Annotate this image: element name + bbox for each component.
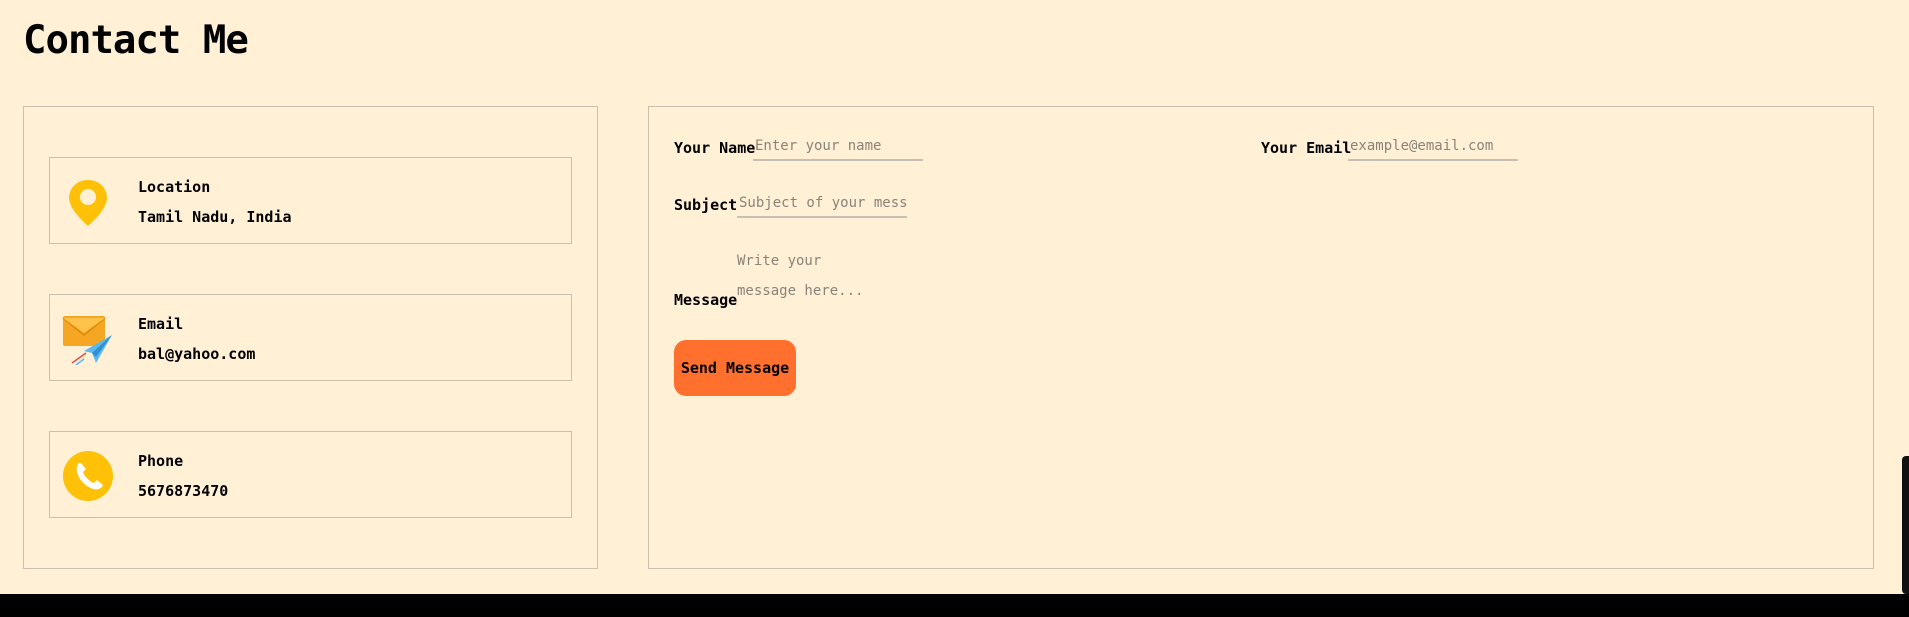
location-card: Location Tamil Nadu, India <box>49 157 572 244</box>
envelope-icon <box>62 316 112 365</box>
subject-input[interactable] <box>737 194 907 218</box>
contact-page: Contact Me Location Tamil Nadu, India Em… <box>0 0 1909 617</box>
email-card: Email bal@yahoo.com <box>49 294 572 381</box>
phone-icon <box>63 451 113 501</box>
phone-value: 5676873470 <box>138 482 229 500</box>
location-pin-icon <box>69 180 107 226</box>
name-input[interactable] <box>753 137 923 161</box>
phone-card: Phone 5676873470 <box>49 431 572 518</box>
phone-label: Phone <box>138 452 184 470</box>
page-title: Contact Me <box>23 18 249 63</box>
email-input[interactable] <box>1348 137 1518 161</box>
message-label: Message <box>674 291 738 309</box>
send-message-button[interactable]: Send Message <box>674 340 796 396</box>
contact-form: Your Name Your Email Subject Message Sen… <box>648 106 1874 569</box>
email-value: bal@yahoo.com <box>138 345 256 363</box>
message-textarea[interactable] <box>737 246 887 308</box>
email-field-label: Your Email <box>1261 139 1352 157</box>
footer-bar <box>0 594 1909 617</box>
contact-info-panel: Location Tamil Nadu, India Email bal@yah… <box>23 106 598 569</box>
location-label: Location <box>138 178 211 196</box>
subject-label: Subject <box>674 196 738 214</box>
scrollbar-thumb[interactable] <box>1902 456 1909 594</box>
email-label: Email <box>138 315 184 333</box>
location-value: Tamil Nadu, India <box>138 208 292 226</box>
name-label: Your Name <box>674 139 756 157</box>
